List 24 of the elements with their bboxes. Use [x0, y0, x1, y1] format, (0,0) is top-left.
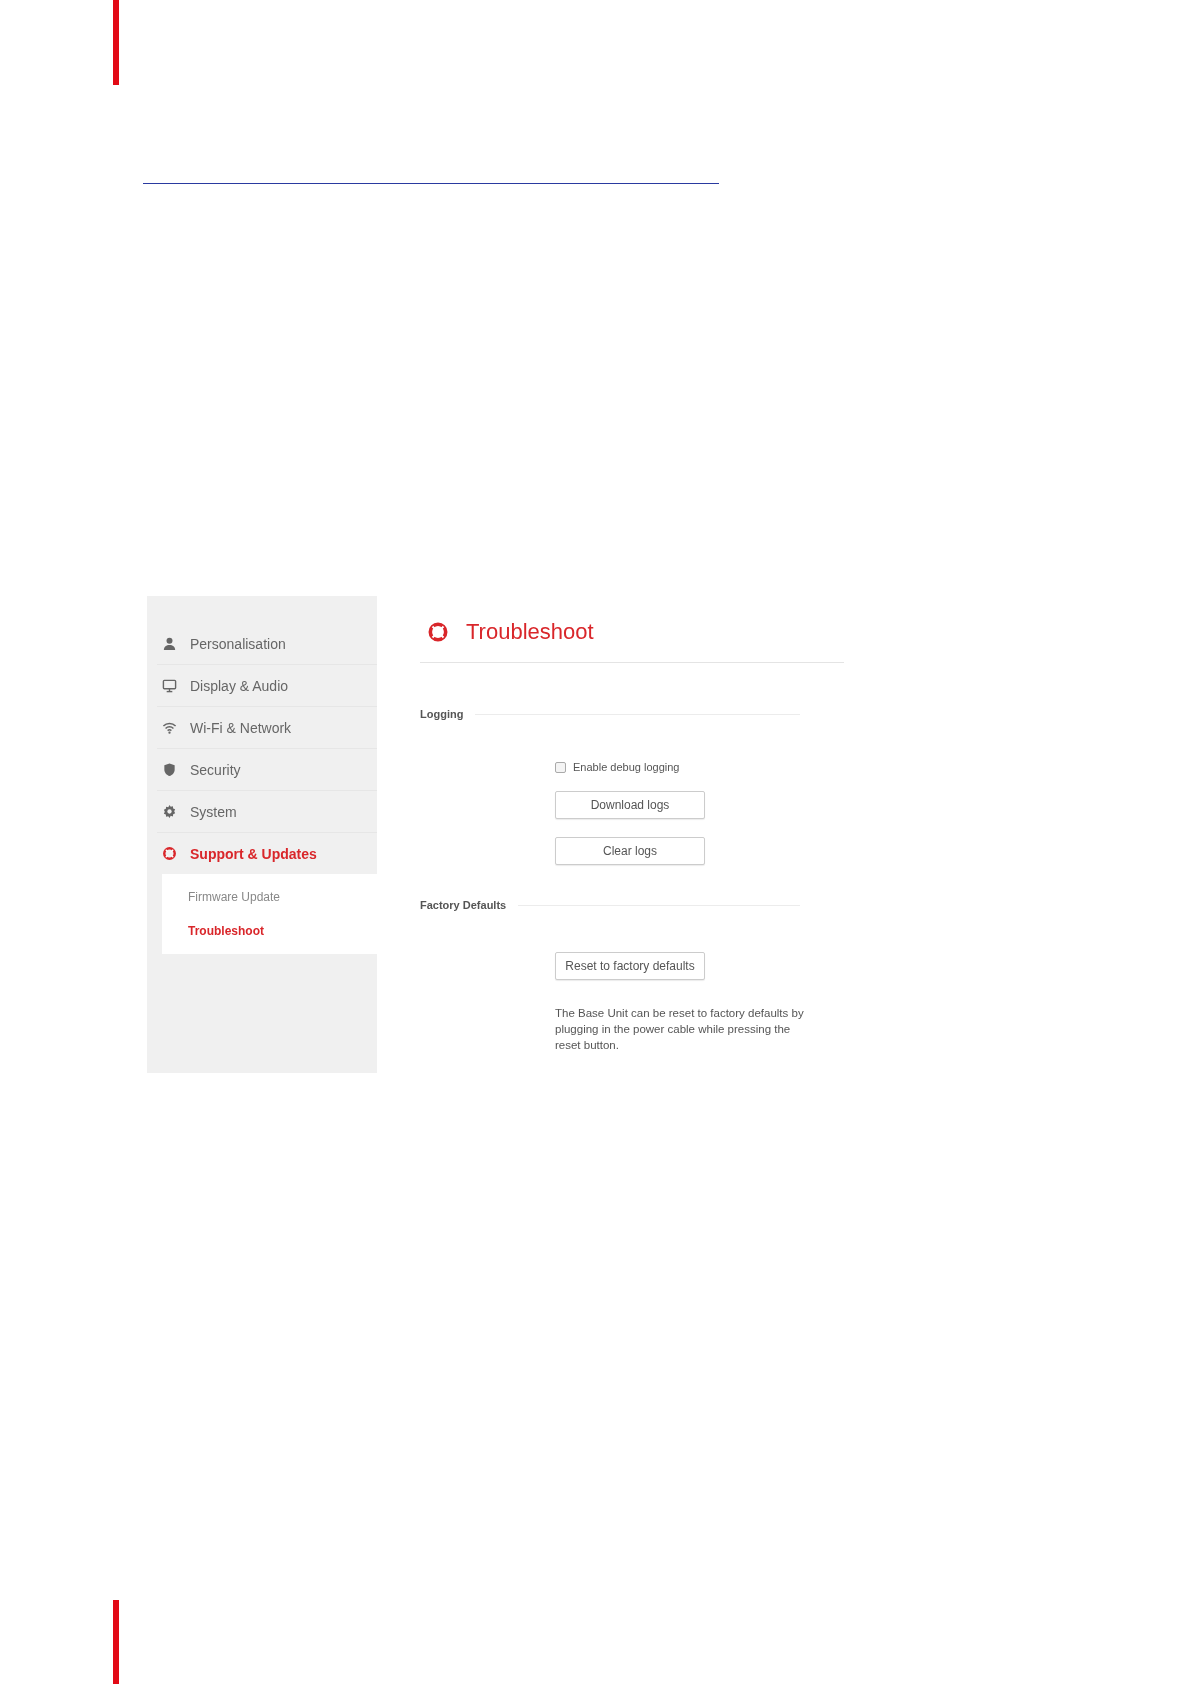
sidebar-item[interactable]: Wi-Fi & Network	[157, 707, 377, 749]
section-heading: Factory Defaults	[420, 899, 507, 911]
wifi-icon	[162, 720, 177, 735]
sidebar-item[interactable]: System	[157, 791, 377, 833]
section-heading: Logging	[420, 708, 464, 720]
help-text: The Base Unit can be reset to factory defaults by plugging in the power cable while pressing the reset button.	[555, 1006, 805, 1053]
lifebuoy-icon	[427, 621, 449, 643]
monitor-icon	[162, 678, 177, 693]
sidebar-item[interactable]: Support & Updates	[157, 833, 377, 874]
action-button[interactable]: Reset to factory defaults	[555, 952, 705, 980]
submenu-item[interactable]: Firmware Update	[162, 880, 377, 914]
checkbox[interactable]	[555, 761, 566, 773]
submenu-item[interactable]: Troubleshoot	[162, 914, 377, 948]
action-button[interactable]: Download logs	[555, 791, 705, 819]
shield-icon	[162, 762, 177, 777]
sidebar-item[interactable]: Security	[157, 749, 377, 791]
page-title: Troubleshoot	[466, 619, 594, 645]
lifebuoy-icon	[162, 846, 177, 861]
action-button[interactable]: Clear logs	[555, 837, 705, 865]
sidebar-item[interactable]: Personalisation	[157, 623, 377, 665]
settings-icon	[162, 804, 177, 819]
sidebar-item[interactable]: Display & Audio	[157, 665, 377, 707]
checkbox-label: Enable debug logging	[573, 761, 680, 773]
person-icon	[162, 636, 177, 651]
